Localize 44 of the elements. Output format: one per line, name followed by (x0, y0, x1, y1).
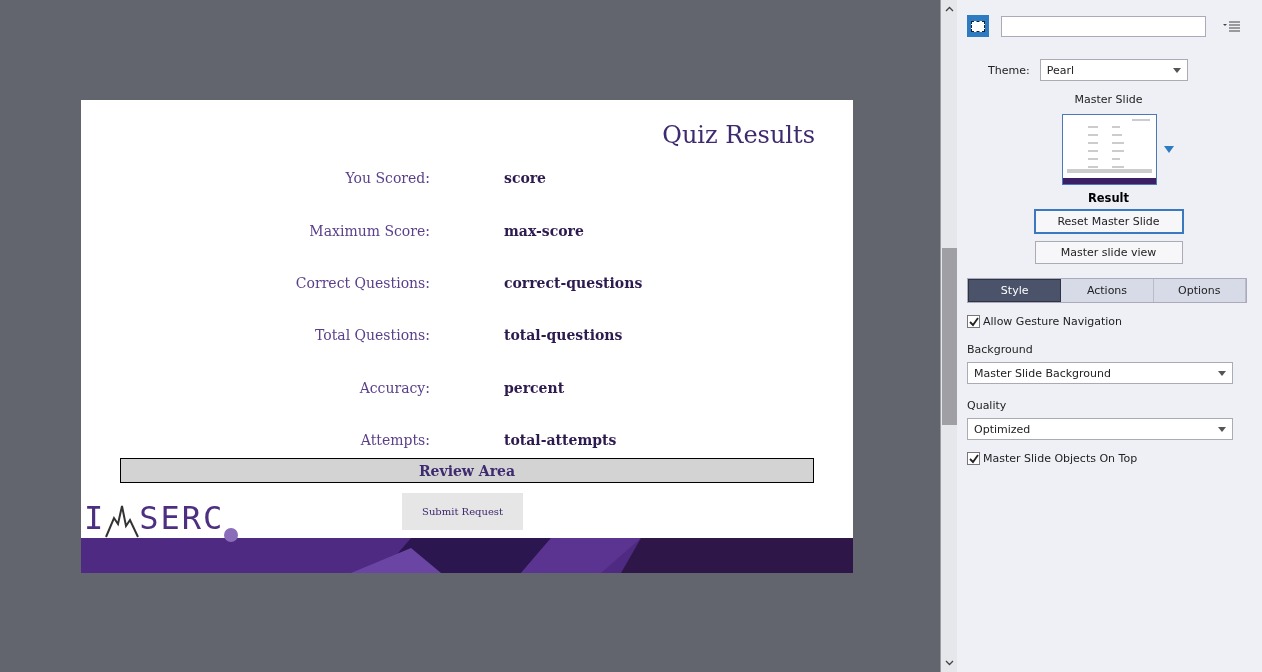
checkbox-label: Master Slide Objects On Top (983, 452, 1138, 465)
field-label: Correct Questions: (294, 274, 430, 291)
field-label: Total Questions: (314, 327, 430, 344)
field-value: total-attempts (504, 432, 617, 449)
tab[interactable]: Style (968, 279, 1062, 302)
setting-dropdown[interactable]: Optimized (967, 418, 1233, 440)
dropdown-arrow-icon[interactable] (1218, 370, 1226, 376)
submit-request-button[interactable]: Submit Request (402, 493, 523, 531)
mountain-icon (105, 504, 140, 539)
object-selector-icon[interactable] (967, 15, 989, 37)
setting-label: Background (967, 343, 1034, 356)
scroll-up-icon[interactable] (944, 6, 954, 12)
scrollbar-thumb[interactable] (941, 248, 957, 425)
dropdown-arrow-icon[interactable] (1172, 67, 1181, 73)
field-label: Maximum Score: (308, 222, 430, 239)
field-value: correct-questions (504, 274, 643, 291)
dropdown-arrow-icon[interactable] (1218, 426, 1226, 432)
field-value: max-score (504, 222, 584, 239)
checkbox[interactable] (967, 315, 980, 328)
theme-label: Theme: (988, 63, 1030, 77)
name-field[interactable] (1001, 15, 1206, 37)
dropdown-arrow-icon[interactable] (1164, 146, 1174, 153)
field-value: total-questions (504, 327, 623, 344)
scroll-down-icon[interactable] (944, 660, 954, 666)
logo: I SERC (84, 498, 239, 539)
panel-button[interactable]: Master slide view (1034, 241, 1183, 264)
master-slide-name: Result (1087, 191, 1130, 205)
setting-label: Quality (967, 399, 1008, 412)
scrollbar[interactable] (940, 0, 957, 672)
field-label: Attempts: (359, 432, 430, 449)
slide-title: Quiz Results (662, 120, 815, 150)
setting-dropdown[interactable]: Master Slide Background (967, 362, 1233, 384)
field-label: Accuracy: (358, 379, 430, 396)
field-value: percent (504, 379, 565, 396)
checkbox-label: Allow Gesture Navigation (983, 315, 1123, 328)
field-label: You Scored: (344, 170, 430, 187)
field-value: score (504, 170, 547, 187)
badge-icon (224, 528, 239, 543)
slide-thumbnail[interactable] (1062, 114, 1157, 185)
master-slide-label: Master Slide (1074, 93, 1143, 106)
checkbox[interactable] (967, 452, 980, 465)
review-area-label: Review Area (418, 462, 515, 479)
panel-button[interactable]: Reset Master Slide (1033, 209, 1184, 234)
theme-dropdown[interactable]: Pearl (1039, 59, 1188, 81)
